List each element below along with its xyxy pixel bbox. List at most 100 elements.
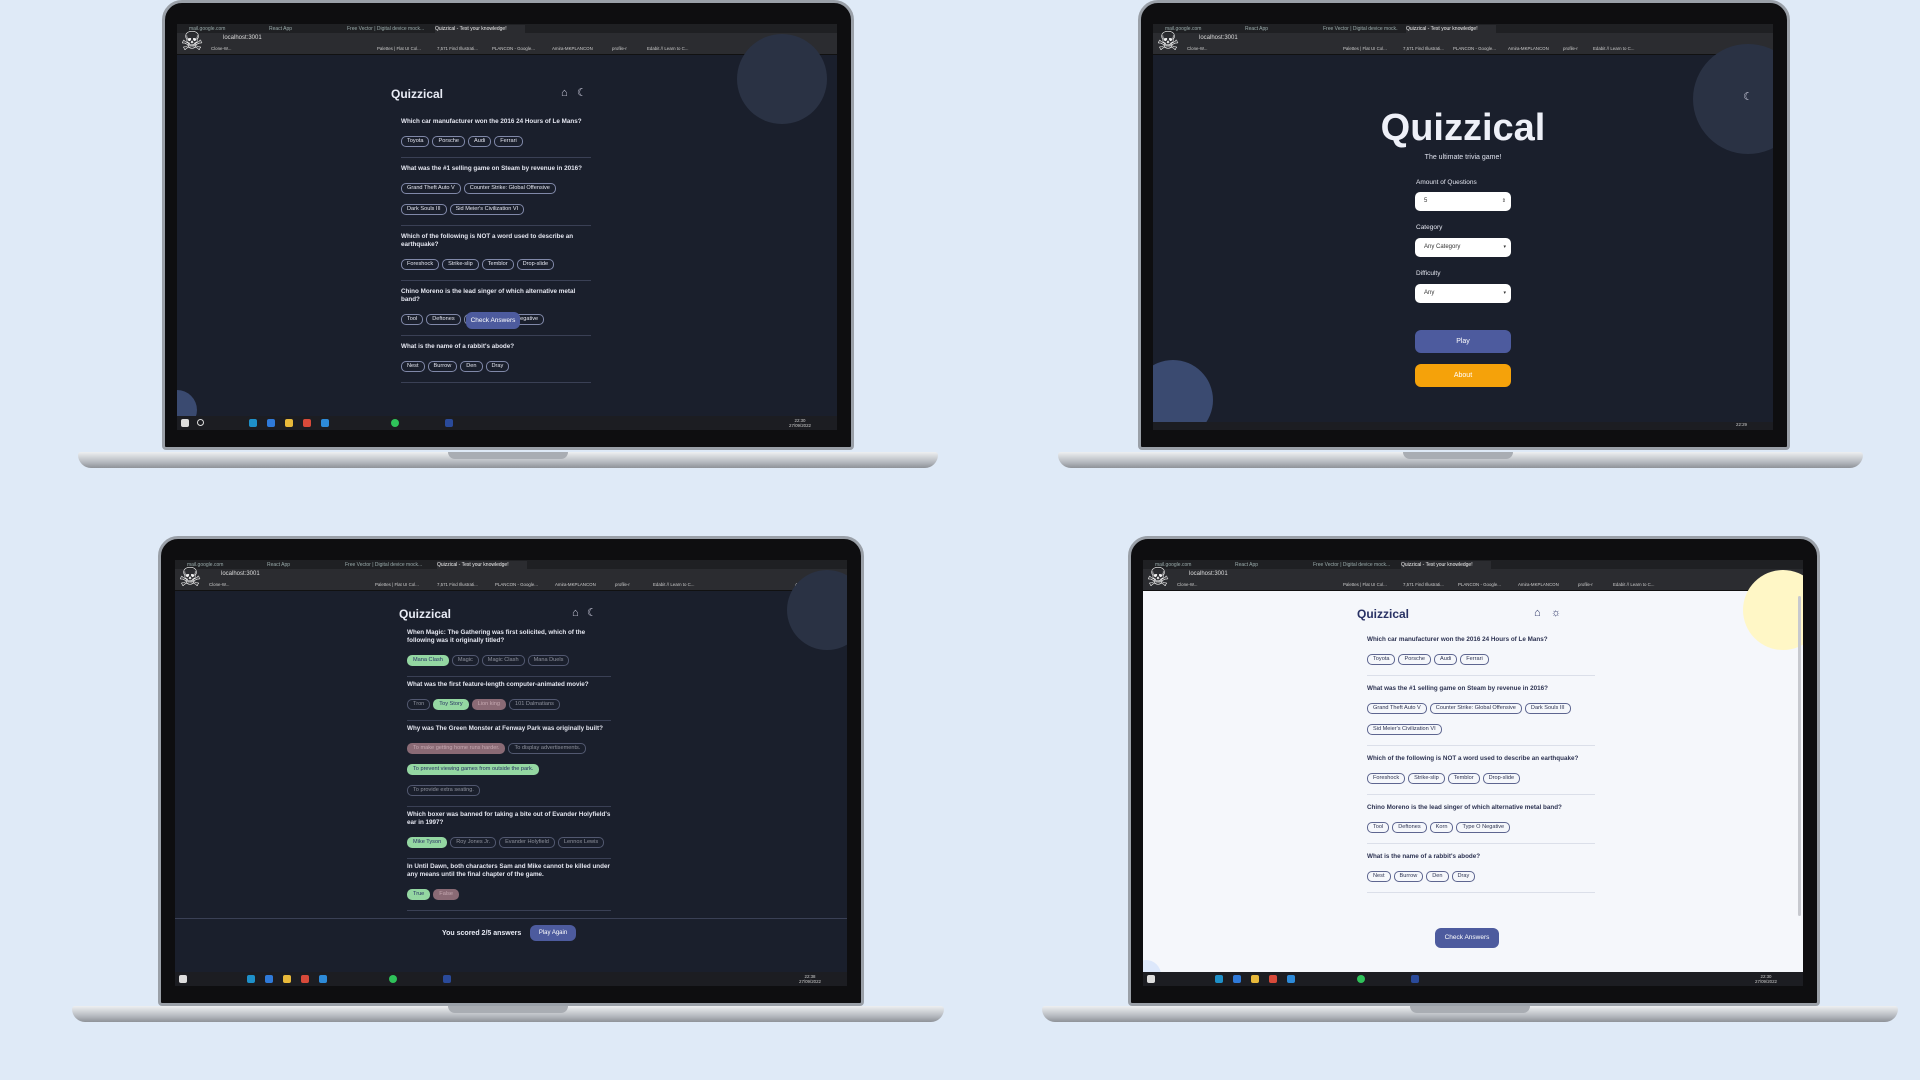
answer-option[interactable]: Korn [1429, 822, 1454, 833]
home-icon[interactable]: ⌂ [572, 607, 579, 619]
answer-option[interactable]: Sid Meier's Civilization VI [449, 204, 525, 215]
bookmark[interactable]: Amira-MKPLANCON [1518, 582, 1559, 587]
answer-option[interactable]: Grand Theft Auto V [401, 183, 461, 194]
bookmark[interactable]: PLANCON - Google... [495, 582, 538, 587]
answer-option[interactable]: Magic [451, 655, 479, 666]
bookmark[interactable]: Palettes | Flat UI Col... [1343, 582, 1387, 587]
tab-quizzical[interactable]: Quizzical - Test your knowledge! [435, 25, 525, 33]
bookmark[interactable]: profile-r [612, 46, 627, 51]
answer-option[interactable]: Mike Tyson [407, 837, 448, 848]
bookmark[interactable]: Amira-MKPLANCON [555, 582, 596, 587]
answer-option[interactable]: Lennox Lewis [557, 837, 605, 848]
answer-option[interactable]: Dark Souls III [1524, 703, 1571, 714]
answer-option[interactable]: Evander Holyfield [499, 837, 555, 848]
bookmark[interactable]: Edabit // Learn to C... [647, 46, 689, 51]
answer-option[interactable]: Den [460, 361, 483, 372]
bookmark[interactable]: Palettes | Flat UI Col... [1343, 46, 1387, 51]
spotify-icon[interactable] [1357, 975, 1365, 983]
tab-react[interactable]: React App [269, 25, 339, 33]
moon-icon[interactable]: ☾ [1743, 91, 1753, 103]
answer-option[interactable]: Deftones [1392, 822, 1427, 833]
mail-icon[interactable] [267, 419, 275, 427]
edge-icon[interactable] [249, 419, 257, 427]
tab-vector[interactable]: Free Vector | Digital device mock... [345, 561, 430, 569]
vscode-icon[interactable] [319, 975, 327, 983]
about-button[interactable]: About [1415, 364, 1511, 387]
address-bar[interactable]: localhost:3001 [175, 569, 847, 580]
answer-option[interactable]: Mana Duels [527, 655, 570, 666]
mail-icon[interactable] [265, 975, 273, 983]
answer-option[interactable]: Magic Clash [481, 655, 525, 666]
address-bar[interactable]: localhost:3001 [1153, 33, 1773, 44]
answer-option[interactable]: True [407, 889, 431, 900]
address-bar[interactable]: localhost:3001 [1143, 569, 1803, 580]
answer-option[interactable]: Lion king [471, 699, 507, 710]
bookmark[interactable]: 7,571 Find Illustrati... [1403, 46, 1444, 51]
photoshop-icon[interactable] [443, 975, 451, 983]
answer-option[interactable]: Temblor [481, 259, 514, 270]
answer-option[interactable]: To prevent viewing games from outside th… [407, 764, 540, 775]
answer-option[interactable]: Audi [1434, 654, 1458, 665]
edge-icon[interactable] [247, 975, 255, 983]
sun-icon[interactable]: ☼ [1551, 607, 1561, 619]
bookmark[interactable]: Amira-MKPLANCON [1508, 46, 1549, 51]
bookmark[interactable]: PLANCON - Google... [1458, 582, 1501, 587]
bookmark[interactable]: Edabit // Learn to C... [1613, 582, 1655, 587]
home-icon[interactable]: ⌂ [1534, 607, 1541, 619]
chrome-icon[interactable] [1269, 975, 1277, 983]
vscode-icon[interactable] [1287, 975, 1295, 983]
answer-option[interactable]: Ferrari [494, 136, 523, 147]
bookmark[interactable]: PLANCON - Google... [492, 46, 535, 51]
answer-option[interactable]: Roy Jones Jr. [450, 837, 497, 848]
vscode-icon[interactable] [321, 419, 329, 427]
bookmark[interactable]: Palettes | Flat UI Col... [375, 582, 419, 587]
tab-react[interactable]: React App [1235, 561, 1305, 569]
answer-option[interactable]: To provide extra seating. [407, 785, 480, 796]
answer-option[interactable]: Porsche [1398, 654, 1432, 665]
answer-option[interactable]: Nest [401, 361, 425, 372]
photoshop-icon[interactable] [445, 419, 453, 427]
bookmark[interactable]: profile-r [615, 582, 630, 587]
category-select[interactable]: Any Category ▾ [1415, 238, 1511, 257]
amount-input[interactable]: 5 ⇕ [1415, 192, 1511, 211]
folder-icon[interactable] [1251, 975, 1259, 983]
bookmark[interactable]: profile-r [1578, 582, 1593, 587]
tab-react[interactable]: React App [267, 561, 337, 569]
answer-option[interactable]: Tool [401, 314, 424, 325]
answer-option[interactable]: Drop-slide [1482, 773, 1521, 784]
answer-option[interactable]: Ferrari [1460, 654, 1489, 665]
answer-option[interactable]: Burrow [1393, 871, 1424, 882]
windows-icon[interactable] [179, 975, 187, 983]
tab-vector[interactable]: Free Vector | Digital device mock... [1323, 25, 1398, 33]
folder-icon[interactable] [285, 419, 293, 427]
answer-option[interactable]: Dray [485, 361, 510, 372]
answer-option[interactable]: Burrow [427, 361, 458, 372]
answer-option[interactable]: Sid Meier's Civilization VI [1367, 724, 1442, 735]
bookmark[interactable]: Amira-MKPLANCON [552, 46, 593, 51]
answer-option[interactable]: To make getting home runs harder. [407, 743, 506, 754]
answer-option[interactable]: Strike-slip [1408, 773, 1445, 784]
bookmark[interactable]: Edabit // Learn to C... [653, 582, 695, 587]
chrome-icon[interactable] [303, 419, 311, 427]
bookmark[interactable]: Clone-W... [1187, 46, 1208, 51]
tab-vector[interactable]: Free Vector | Digital device mock... [1313, 561, 1393, 569]
answer-option[interactable]: Foreshock [401, 259, 440, 270]
bookmark[interactable]: 7,571 Find Illustrati... [1403, 582, 1444, 587]
answer-option[interactable]: Toyota [1367, 654, 1396, 665]
answer-option[interactable]: Tron [407, 699, 431, 710]
bookmark[interactable]: 7,571 Find Illustrati... [437, 582, 478, 587]
spotify-icon[interactable] [391, 419, 399, 427]
bookmark[interactable]: Clone-W... [209, 582, 230, 587]
chrome-icon[interactable] [301, 975, 309, 983]
scrollbar[interactable] [1798, 596, 1801, 916]
check-answers-button[interactable]: Check Answers [466, 312, 520, 329]
answer-option[interactable]: Audi [468, 136, 492, 147]
tab-vector[interactable]: Free Vector | Digital device mock... [347, 25, 427, 33]
answer-option[interactable]: Counter Strike: Global Offensive [463, 183, 556, 194]
answer-option[interactable]: Drop-slide [516, 259, 555, 270]
answer-option[interactable]: Toy Story [433, 699, 469, 710]
answer-option[interactable]: To display advertisements. [508, 743, 587, 754]
answer-option[interactable]: Dray [1451, 871, 1476, 882]
address-bar[interactable]: localhost:3001 [177, 33, 837, 44]
photoshop-icon[interactable] [1411, 975, 1419, 983]
